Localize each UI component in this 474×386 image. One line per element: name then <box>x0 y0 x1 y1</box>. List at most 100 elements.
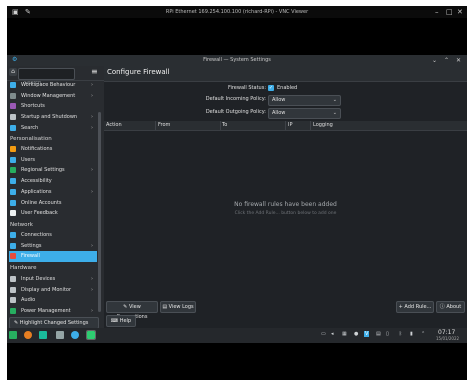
clock-date[interactable]: 15/01/2022 <box>436 336 459 341</box>
clock-time[interactable]: 07:17 <box>438 329 455 336</box>
network-icon[interactable]: ▦ <box>342 331 347 337</box>
sidebar-item-firewall[interactable]: Firewall <box>9 251 97 262</box>
vnc-maximize-button[interactable]: □ <box>446 6 453 18</box>
sidebar-item-shortcuts[interactable]: Shortcuts <box>9 101 97 112</box>
search-input[interactable]: Search... <box>18 68 75 86</box>
chevron-right-icon: › <box>91 308 93 315</box>
window-minimize-button[interactable]: ⌄ <box>432 55 437 66</box>
column-to[interactable]: To <box>222 121 227 130</box>
sidebar-item-window-management[interactable]: Window Management › <box>9 91 97 102</box>
section-hardware: Hardware <box>10 265 37 271</box>
workspace-behaviour-icon <box>10 82 16 88</box>
updates-icon[interactable]: ● <box>354 331 358 337</box>
online-accounts-icon <box>10 199 16 206</box>
chevron-right-icon: › <box>91 242 93 249</box>
window-maximize-button[interactable]: ⌃ <box>444 55 449 66</box>
notifications-icon <box>10 146 16 152</box>
column-ip[interactable]: IP <box>288 121 293 130</box>
incoming-policy-value: Allow <box>272 97 286 103</box>
sidebar-item-applications[interactable]: Applications › <box>9 187 97 198</box>
firewall-enabled-checkbox[interactable]: ✓ <box>268 85 274 91</box>
discover-icon[interactable] <box>71 331 79 339</box>
bluetooth-icon[interactable]: ᛒ <box>399 331 402 337</box>
sidebar-item-accessibility[interactable]: Accessibility <box>9 176 97 187</box>
users-icon <box>10 156 16 163</box>
highlight-label: Highlight Changed Settings <box>19 320 89 326</box>
view-logs-label: View Logs <box>168 304 194 310</box>
clipboard-icon[interactable]: ▭ <box>321 331 326 337</box>
sidebar-item-label: Input Devices <box>21 276 56 282</box>
sidebar-item-regional-settings[interactable]: Regional Settings › <box>9 165 97 176</box>
sidebar-scrollbar[interactable] <box>98 112 101 312</box>
view-connections-button[interactable]: ✎ View Connections <box>106 301 158 320</box>
vnc-minimize-button[interactable]: – <box>435 6 439 18</box>
connections-icon <box>10 232 16 238</box>
sidebar-item-input-devices[interactable]: Input Devices › <box>9 274 97 285</box>
sidebar-item-label: Startup and Shutdown <box>21 114 78 121</box>
sidebar-item-display-and-monitor[interactable]: Display and Monitor › <box>9 285 97 296</box>
sidebar-item-power-management[interactable]: Power Management › <box>9 306 97 317</box>
view-logs-button[interactable]: ▤ View Logs <box>160 301 196 313</box>
about-label: About <box>446 304 462 310</box>
sidebar-item-label: Shortcuts <box>21 103 45 110</box>
chevron-right-icon: › <box>91 92 93 99</box>
outgoing-policy-select[interactable]: Allow ⌄ <box>268 108 341 119</box>
vnc-tray-icon[interactable]: V <box>364 331 370 337</box>
sidebar-item-label: Search <box>21 124 39 131</box>
file-manager-icon[interactable] <box>56 331 64 339</box>
add-rule-button[interactable]: + Add Rule... <box>396 301 434 313</box>
sidebar-item-label: Applications <box>21 188 52 195</box>
help-label: Help <box>119 318 132 324</box>
accessibility-icon <box>10 178 16 185</box>
vnc-app-icon[interactable]: ▣ <box>12 6 19 18</box>
input-devices-icon <box>10 276 16 282</box>
sidebar-item-connections[interactable]: Connections <box>9 230 97 241</box>
power-icon[interactable]: ▯ <box>386 331 389 337</box>
column-logging[interactable]: Logging <box>313 121 333 130</box>
chevron-right-icon: › <box>91 167 93 174</box>
column-action[interactable]: Action <box>106 121 122 130</box>
chevron-right-icon: › <box>91 82 93 88</box>
app-launcher-icon[interactable] <box>9 331 17 339</box>
disk-icon[interactable]: ▤ <box>376 331 381 337</box>
about-button[interactable]: ⓘ About <box>436 301 465 313</box>
window-close-button[interactable]: ✕ <box>456 55 461 66</box>
system-settings-task-icon[interactable] <box>86 330 96 340</box>
help-icon: ⌨ <box>110 318 120 324</box>
home-icon[interactable]: ⌂ <box>9 68 17 76</box>
tray-expand-icon[interactable]: ⌃ <box>421 331 425 337</box>
sidebar-item-workspace-behaviour[interactable]: Workspace Behaviour › <box>9 80 97 91</box>
volume-icon[interactable]: ◂ <box>331 331 334 337</box>
column-separator <box>155 121 156 130</box>
sidebar-item-user-feedback[interactable]: User Feedback <box>9 208 97 219</box>
device-icon[interactable]: ▮ <box>410 331 413 337</box>
sidebar-item-users[interactable]: Users <box>9 155 97 166</box>
sidebar-item-audio[interactable]: Audio <box>9 295 97 306</box>
user-feedback-icon <box>10 210 16 217</box>
column-from[interactable]: From <box>158 121 170 130</box>
outgoing-policy-value: Allow <box>272 110 286 116</box>
empty-state-title: No firewall rules have been added <box>234 201 337 208</box>
terminal-icon[interactable] <box>39 331 47 339</box>
regional-settings-icon <box>10 167 16 174</box>
page-title: Configure Firewall <box>107 68 170 76</box>
sidebar-item-label: Firewall <box>21 253 40 260</box>
sidebar-item-settings[interactable]: Settings › <box>9 241 97 252</box>
sidebar-item-online-accounts[interactable]: Online Accounts <box>9 198 97 209</box>
chevron-right-icon: › <box>91 114 93 121</box>
pin-icon[interactable]: ✎ <box>25 6 31 18</box>
highlight-icon: ✎ <box>14 320 19 326</box>
help-button[interactable]: ⌨ Help <box>106 315 136 327</box>
sidebar-item-startup-and-shutdown[interactable]: Startup and Shutdown › <box>9 112 97 123</box>
sidebar-item-notifications[interactable]: Notifications <box>9 144 97 155</box>
settings-app-icon: ⚙ <box>12 56 18 63</box>
sidebar-item-search[interactable]: Search › <box>9 123 97 134</box>
chevron-down-icon: ⌄ <box>332 110 337 116</box>
vnc-close-button[interactable]: ✕ <box>457 6 463 18</box>
incoming-policy-select[interactable]: Allow ⌄ <box>268 95 341 106</box>
column-separator <box>285 121 286 130</box>
sidebar-item-label: Audio <box>21 297 36 304</box>
window-management-icon <box>10 92 16 99</box>
firefox-icon[interactable] <box>24 331 32 339</box>
hamburger-menu-icon[interactable]: ≡ <box>91 68 98 76</box>
